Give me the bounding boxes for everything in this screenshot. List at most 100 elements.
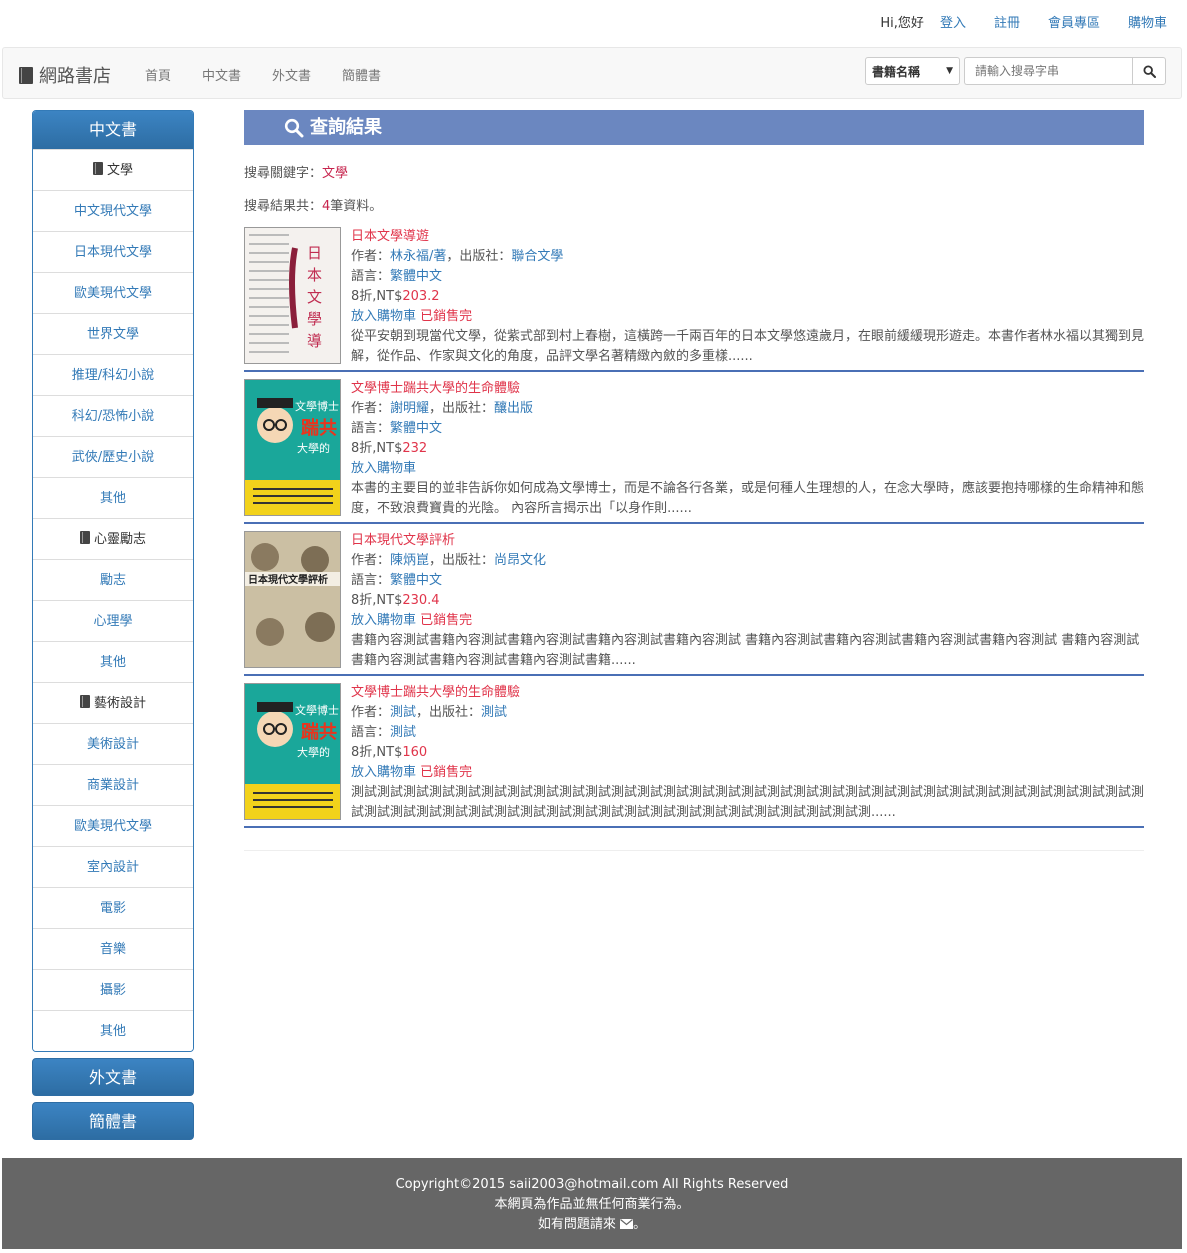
results-heading: 查詢結果 bbox=[244, 110, 1144, 145]
soldout-badge: 已銷售完 bbox=[420, 613, 473, 628]
book-title[interactable]: 日本現代文學評析 bbox=[351, 533, 455, 548]
book-title[interactable]: 文學博士踹共大學的生命體驗 bbox=[351, 685, 520, 700]
book-publisher[interactable]: 聯合文學 bbox=[511, 249, 563, 264]
sidebar-link[interactable]: 音樂 bbox=[33, 928, 193, 969]
sidebar-item-label: 電影 bbox=[99, 901, 126, 916]
book-info: 日本文學導遊 作者：林永福/著，出版社：聯合文學 語言：繁體中文 8折,NT$2… bbox=[351, 227, 1144, 367]
book-publisher[interactable]: 測試 bbox=[481, 705, 507, 720]
divider bbox=[244, 850, 1144, 851]
sidebar-item-label: 科幻/恐怖小說 bbox=[71, 409, 155, 424]
add-to-cart-link[interactable]: 放入購物車 bbox=[351, 613, 416, 628]
add-to-cart-link[interactable]: 放入購物車 bbox=[351, 461, 416, 476]
nav-home[interactable]: 首頁 bbox=[145, 65, 171, 84]
book-language[interactable]: 繁體中文 bbox=[390, 269, 442, 284]
book-description: 從平安朝到現當代文學，從紫式部到村上春樹，這橫跨一千兩百年的日本文學悠遠歲月，在… bbox=[351, 329, 1145, 364]
cart-link[interactable]: 購物車 bbox=[1128, 12, 1167, 31]
brand-name: 網路書店 bbox=[39, 66, 111, 87]
sidebar-item-label: 推理/科幻小說 bbox=[71, 368, 155, 383]
book-icon bbox=[79, 531, 90, 544]
sidebar-category[interactable]: 心靈勵志 bbox=[33, 518, 193, 559]
add-to-cart-link[interactable]: 放入購物車 bbox=[351, 309, 416, 324]
sidebar-link[interactable]: 其他 bbox=[33, 641, 193, 682]
discount-label: 8折,NT$ bbox=[351, 593, 403, 608]
panel-title[interactable]: 中文書 bbox=[33, 111, 193, 149]
add-to-cart-link[interactable]: 放入購物車 bbox=[351, 765, 416, 780]
sidebar-link[interactable]: 歐美現代文學 bbox=[33, 805, 193, 846]
book-author[interactable]: 陳炳崑 bbox=[390, 553, 429, 568]
book-language[interactable]: 繁體中文 bbox=[390, 421, 442, 436]
discount-label: 8折,NT$ bbox=[351, 289, 403, 304]
foreign-books-button[interactable]: 外文書 bbox=[32, 1058, 194, 1096]
sidebar-item-label: 武俠/歷史小說 bbox=[71, 450, 155, 465]
book-author[interactable]: 林永福/著 bbox=[390, 249, 446, 264]
language-label: 語言： bbox=[351, 725, 391, 740]
copyright-text: Copyright©2015 saii2003@hotmail.com All … bbox=[395, 1177, 789, 1192]
book-language[interactable]: 測試 bbox=[390, 725, 416, 740]
book-info: 文學博士踹共大學的生命體驗 作者：測試，出版社：測試 語言：測試 8折,NT$1… bbox=[351, 683, 1144, 823]
count-prefix: 搜尋結果共： bbox=[244, 199, 323, 214]
sidebar-link[interactable]: 電影 bbox=[33, 887, 193, 928]
language-label: 語言： bbox=[351, 421, 391, 436]
sidebar-link[interactable]: 勵志 bbox=[33, 559, 193, 600]
book-result: 日本現代文學評析 日本現代文學評析 作者：陳炳崑，出版社：尚昂文化 語言：繁體中… bbox=[244, 531, 1144, 676]
sidebar-link[interactable]: 心理學 bbox=[33, 600, 193, 641]
book-language[interactable]: 繁體中文 bbox=[390, 573, 442, 588]
sidebar-item-label: 日本現代文學 bbox=[73, 245, 152, 260]
svg-text:日本現代文學評析: 日本現代文學評析 bbox=[248, 573, 328, 586]
book-publisher[interactable]: 釀出版 bbox=[494, 401, 533, 416]
book-cover[interactable]: 日本現代文學評析 bbox=[244, 531, 341, 668]
disclaimer-text: 本網頁為作品並無任何商業行為。 bbox=[494, 1197, 690, 1212]
sidebar-link[interactable]: 武俠/歷史小說 bbox=[33, 436, 193, 477]
book-cover[interactable]: 文學博士 踹共 大學的 bbox=[244, 683, 341, 820]
nav-foreign-books[interactable]: 外文書 bbox=[272, 65, 311, 84]
sidebar-link[interactable]: 美術設計 bbox=[33, 723, 193, 764]
book-description: 測試測試測試測試測試測試測試測試測試測試測試測試測試測試測試測試測試測試測試測試… bbox=[351, 785, 1145, 820]
sidebar-link[interactable]: 日本現代文學 bbox=[33, 231, 193, 272]
sidebar-category[interactable]: 藝術設計 bbox=[33, 682, 193, 723]
book-price: 232 bbox=[402, 441, 428, 456]
login-link[interactable]: 登入 bbox=[940, 12, 966, 31]
svg-text:大學的: 大學的 bbox=[297, 441, 330, 455]
brand-logo[interactable]: 網路書店 bbox=[19, 62, 111, 88]
sidebar-link[interactable]: 攝影 bbox=[33, 969, 193, 1010]
svg-text:文學博士: 文學博士 bbox=[295, 703, 339, 717]
simplified-books-button[interactable]: 簡體書 bbox=[32, 1102, 194, 1140]
book-title[interactable]: 文學博士踹共大學的生命體驗 bbox=[351, 381, 520, 396]
caret-down-icon: ▼ bbox=[946, 66, 953, 76]
search-type-select[interactable]: 書籍名稱 ▼ bbox=[865, 57, 960, 85]
sidebar-link[interactable]: 科幻/恐怖小說 bbox=[33, 395, 193, 436]
sidebar-link[interactable]: 商業設計 bbox=[33, 764, 193, 805]
book-result: 文學博士 踹共 大學的 文學博士踹共大學的生命體驗 作者：測試，出版社：測試 語言：… bbox=[244, 683, 1144, 828]
book-publisher[interactable]: 尚昂文化 bbox=[494, 553, 546, 568]
soldout-badge: 已銷售完 bbox=[420, 765, 473, 780]
sidebar-link[interactable]: 中文現代文學 bbox=[33, 190, 193, 231]
nav-chinese-books[interactable]: 中文書 bbox=[202, 65, 241, 84]
sidebar-link[interactable]: 世界文學 bbox=[33, 313, 193, 354]
book-cover[interactable]: 文學博士 踹共 大學的 bbox=[244, 379, 341, 516]
count-suffix: 筆資料。 bbox=[330, 199, 383, 214]
svg-text:導: 導 bbox=[307, 332, 322, 350]
register-link[interactable]: 註冊 bbox=[994, 12, 1020, 31]
svg-text:本: 本 bbox=[307, 266, 322, 284]
language-label: 語言： bbox=[351, 269, 391, 284]
member-link[interactable]: 會員專區 bbox=[1048, 12, 1100, 31]
sidebar-category[interactable]: 文學 bbox=[33, 149, 193, 190]
book-title[interactable]: 日本文學導遊 bbox=[351, 229, 429, 244]
search-button[interactable] bbox=[1132, 57, 1166, 85]
search-results: 查詢結果 搜尋關鍵字：文學 搜尋結果共：4筆資料。 日本文學導 日本文學導遊 作… bbox=[244, 110, 1144, 828]
sidebar-link[interactable]: 其他 bbox=[33, 477, 193, 518]
book-result: 日本文學導 日本文學導遊 作者：林永福/著，出版社：聯合文學 語言：繁體中文 8… bbox=[244, 227, 1144, 372]
sidebar-link[interactable]: 其他 bbox=[33, 1010, 193, 1051]
book-cover[interactable]: 日本文學導 bbox=[244, 227, 341, 364]
category-sidebar: 中文書 文學 中文現代文學日本現代文學歐美現代文學 世界文學推理/科幻小說 科幻/恐怖… bbox=[32, 110, 194, 1140]
sidebar-link[interactable]: 歐美現代文學 bbox=[33, 272, 193, 313]
nav-simplified-books[interactable]: 簡體書 bbox=[342, 65, 381, 84]
book-author[interactable]: 測試 bbox=[390, 705, 416, 720]
envelope-icon[interactable] bbox=[620, 1219, 634, 1229]
search-input[interactable] bbox=[964, 57, 1132, 85]
sidebar-link[interactable]: 室內設計 bbox=[33, 846, 193, 887]
book-author[interactable]: 謝明耀 bbox=[390, 401, 429, 416]
sidebar-link[interactable]: 推理/科幻小說 bbox=[33, 354, 193, 395]
nav-links: 首頁 中文書 外文書 簡體書 bbox=[145, 65, 412, 84]
svg-text:踹共: 踹共 bbox=[301, 417, 337, 439]
